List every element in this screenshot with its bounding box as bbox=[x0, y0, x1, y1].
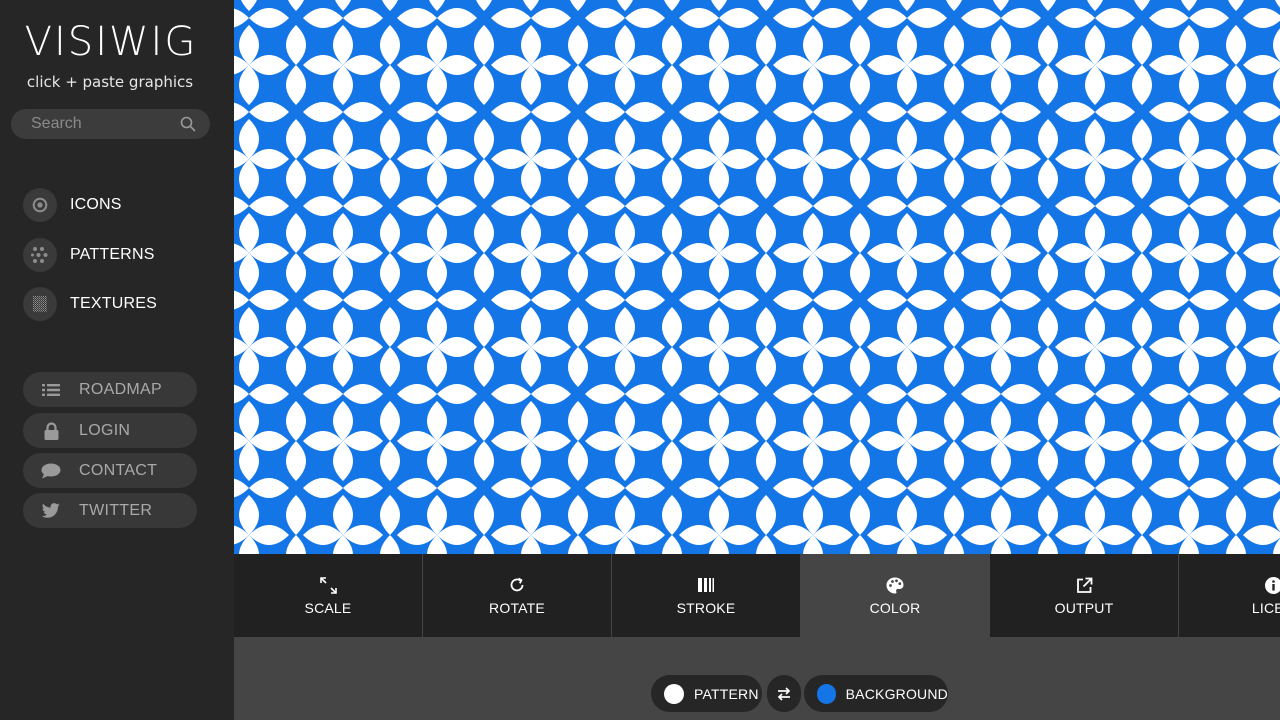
background-color-button[interactable]: BACKGROUND bbox=[804, 675, 948, 712]
stroke-bars-icon bbox=[698, 576, 714, 594]
chat-bubble-icon bbox=[23, 463, 79, 479]
scale-arrows-icon bbox=[319, 576, 337, 594]
background-color-swatch bbox=[817, 683, 836, 704]
tab-label: ROTATE bbox=[489, 600, 545, 616]
pattern-preview[interactable] bbox=[234, 0, 1280, 554]
list-icon bbox=[23, 383, 79, 397]
search-icon[interactable] bbox=[180, 116, 196, 132]
tab-scale[interactable]: SCALE bbox=[234, 554, 422, 637]
logo[interactable]: VISIWIG bbox=[0, 20, 222, 64]
tab-stroke[interactable]: STROKE bbox=[612, 554, 800, 637]
info-icon bbox=[1264, 576, 1280, 594]
tab-label: OUTPUT bbox=[1054, 600, 1114, 616]
color-panel: PATTERN BACKGROUND bbox=[234, 638, 1280, 720]
tool-tabs: SCALE ROTATE STROKE COLOR OUTPUT LICE bbox=[234, 554, 1280, 638]
twitter-link[interactable]: TWITTER bbox=[23, 493, 197, 528]
tab-label: SCALE bbox=[304, 600, 352, 616]
nav-item-icons[interactable]: ICONS bbox=[23, 188, 122, 222]
pattern-color-swatch bbox=[664, 683, 684, 704]
tab-color[interactable]: COLOR bbox=[801, 554, 989, 637]
tab-label: LICEN bbox=[1251, 600, 1280, 616]
search-input[interactable] bbox=[11, 109, 181, 139]
tab-label: STROKE bbox=[676, 600, 736, 616]
nav-label: PATTERNS bbox=[70, 246, 155, 263]
link-label: TWITTER bbox=[79, 501, 153, 519]
link-label: LOGIN bbox=[79, 421, 131, 439]
tagline: click + paste graphics bbox=[26, 73, 194, 91]
texture-icon bbox=[23, 287, 57, 321]
palette-icon bbox=[886, 576, 904, 594]
roadmap-link[interactable]: ROADMAP bbox=[23, 372, 197, 407]
link-label: ROADMAP bbox=[79, 380, 162, 398]
dots-grid-icon bbox=[23, 238, 57, 272]
swap-colors-button[interactable] bbox=[767, 675, 801, 712]
tab-output[interactable]: OUTPUT bbox=[990, 554, 1178, 637]
external-link-icon bbox=[1076, 576, 1093, 594]
sidebar: VISIWIG click + paste graphics ICONS PAT… bbox=[0, 0, 234, 720]
search-box bbox=[11, 109, 210, 139]
background-color-label: BACKGROUND bbox=[845, 685, 948, 702]
twitter-bird-icon bbox=[23, 503, 79, 518]
nav-item-patterns[interactable]: PATTERNS bbox=[23, 238, 155, 272]
pattern-preview-graphic bbox=[234, 0, 1280, 554]
nav-label: TEXTURES bbox=[70, 295, 157, 312]
tab-label: COLOR bbox=[869, 600, 921, 616]
tab-rotate[interactable]: ROTATE bbox=[423, 554, 611, 637]
pattern-color-label: PATTERN bbox=[694, 685, 759, 702]
rotate-icon bbox=[509, 576, 525, 594]
tab-license[interactable]: LICEN bbox=[1179, 554, 1280, 637]
nav-item-textures[interactable]: TEXTURES bbox=[23, 287, 157, 321]
swap-arrows-icon bbox=[777, 686, 791, 701]
login-link[interactable]: LOGIN bbox=[23, 413, 197, 448]
contact-link[interactable]: CONTACT bbox=[23, 453, 197, 488]
pattern-color-button[interactable]: PATTERN bbox=[651, 675, 762, 712]
nav-label: ICONS bbox=[70, 196, 122, 213]
lock-icon bbox=[23, 421, 79, 440]
target-icon bbox=[23, 188, 57, 222]
link-label: CONTACT bbox=[79, 461, 158, 479]
